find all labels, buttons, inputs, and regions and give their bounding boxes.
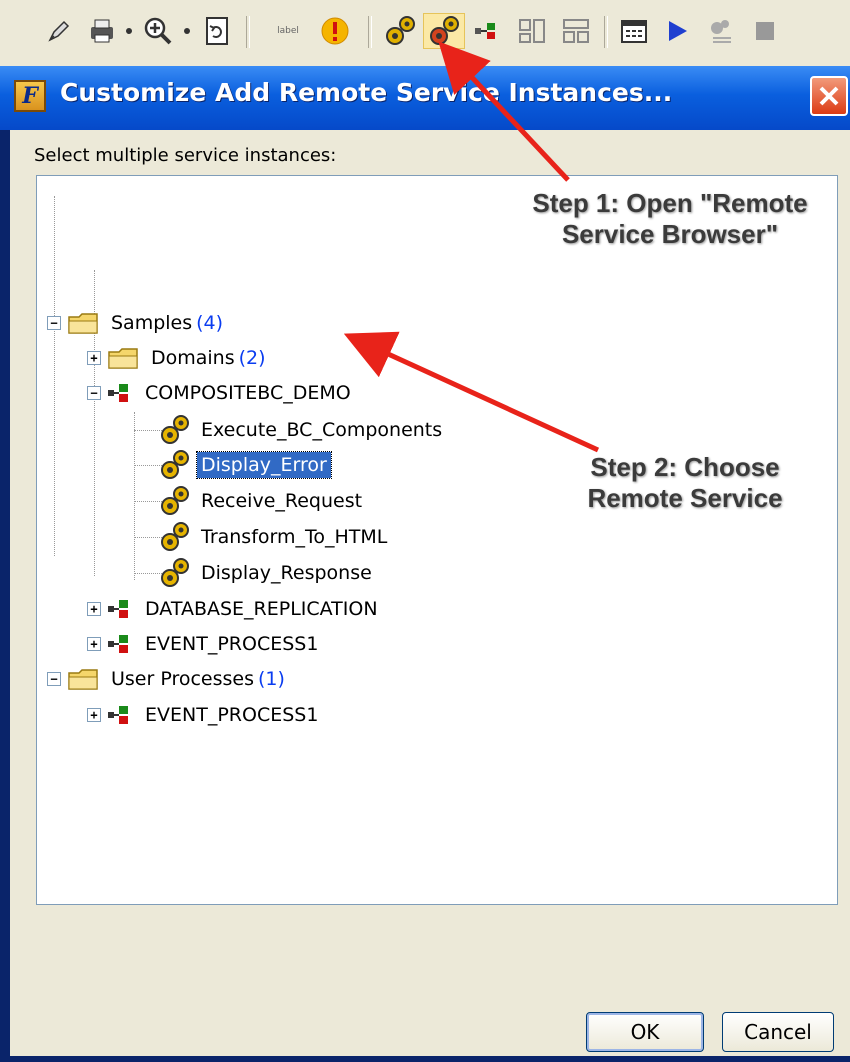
- annotation-arrows: [343, 41, 600, 453]
- step2-arrow: [343, 331, 600, 453]
- step1-arrow: [438, 41, 570, 182]
